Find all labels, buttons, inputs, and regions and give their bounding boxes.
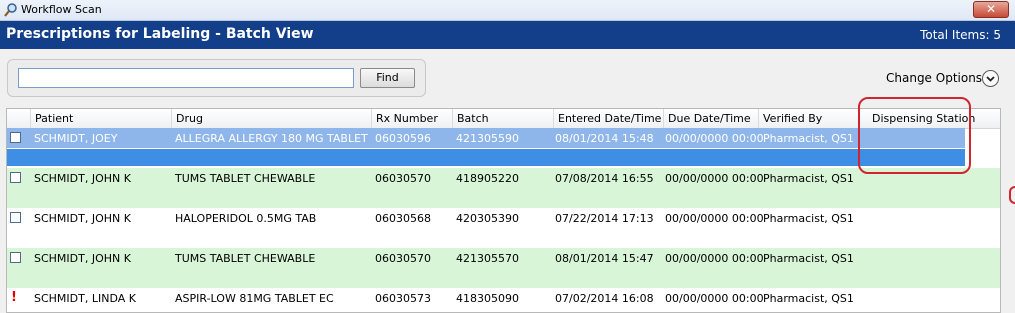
col-header-entered[interactable]: Entered Date/Time [553, 109, 663, 128]
table-row[interactable]: SCHMIDT, JOHN K TUMS TABLET CHEWABLE 06030… [7, 248, 1000, 288]
row-checkbox[interactable] [10, 212, 21, 223]
cell-verified-by: Pharmacist, QS1 [763, 292, 854, 305]
cell-drug: TUMS TABLET CHEWABLE [175, 172, 316, 185]
exclamation-icon: ! [11, 290, 17, 305]
col-header-select [7, 109, 30, 128]
cell-entered: 08/01/2014 15:47 [555, 252, 654, 265]
cell-batch: 418305090 [456, 292, 519, 305]
edge-highlight-mark [1009, 186, 1015, 204]
chevron-down-icon [986, 76, 995, 82]
cell-due: 00/00/0000 00:00 [665, 292, 764, 305]
col-header-batch[interactable]: Batch [452, 109, 553, 128]
page-title: Prescriptions for Labeling - Batch View [6, 26, 314, 42]
cell-rx-number: 06030573 [375, 292, 431, 305]
cell-rx-number: 06030570 [375, 172, 431, 185]
cell-due: 00/00/0000 00:00 [665, 212, 764, 225]
table-row[interactable]: ! SCHMIDT, LINDA K ASPIR-LOW 81MG TABLET E… [7, 288, 1000, 312]
dispensing-station-highlight [858, 97, 971, 174]
total-items-count: Total Items: 5 [920, 28, 1001, 42]
change-options-label[interactable]: Change Options: [886, 71, 986, 85]
cell-due: 00/00/0000 00:00 [665, 172, 764, 185]
search-input[interactable] [18, 68, 354, 88]
col-header-rx-number[interactable]: Rx Number [371, 109, 452, 128]
cell-batch: 421305590 [456, 132, 519, 145]
cell-drug: ALLEGRA ALLERGY 180 MG TABLET [175, 132, 368, 145]
cell-batch: 420305390 [456, 212, 519, 225]
col-header-patient[interactable]: Patient [30, 109, 171, 128]
cell-patient: SCHMIDT, JOHN K [34, 172, 131, 185]
cell-drug: HALOPERIDOL 0.5MG TAB [175, 212, 317, 225]
cell-patient: SCHMIDT, JOHN K [34, 212, 131, 225]
cell-drug: TUMS TABLET CHEWABLE [175, 252, 316, 265]
magnifier-icon [4, 3, 17, 17]
cell-verified-by: Pharmacist, QS1 [763, 212, 854, 225]
cell-rx-number: 06030568 [375, 212, 431, 225]
cell-patient: SCHMIDT, JOHN K [34, 252, 131, 265]
prescriptions-grid: Patient Drug Rx Number Batch Entered Dat… [6, 108, 1001, 313]
cell-patient: SCHMIDT, LINDA K [34, 292, 136, 305]
grid-header: Patient Drug Rx Number Batch Entered Dat… [7, 109, 1000, 129]
cell-patient: SCHMIDT, JOEY [34, 132, 118, 145]
cell-rx-number: 06030570 [375, 252, 431, 265]
cell-drug: ASPIR-LOW 81MG TABLET EC [175, 292, 334, 305]
cell-entered: 07/22/2014 17:13 [555, 212, 654, 225]
cell-batch: 421305570 [456, 252, 519, 265]
col-header-due[interactable]: Due Date/Time [663, 109, 758, 128]
table-row[interactable]: SCHMIDT, JOEY ALLEGRA ALLERGY 180 MG TABL… [7, 128, 965, 168]
cell-verified-by: Pharmacist, QS1 [763, 172, 854, 185]
find-button[interactable]: Find [360, 68, 415, 88]
change-options-button[interactable] [982, 70, 999, 87]
cell-rx-number: 06030596 [375, 132, 431, 145]
table-row[interactable]: SCHMIDT, JOHN K TUMS TABLET CHEWABLE 06030… [7, 168, 1000, 208]
page-header: Prescriptions for Labeling - Batch View … [0, 21, 1015, 49]
cell-due: 00/00/0000 00:00 [665, 252, 764, 265]
row-checkbox[interactable] [10, 172, 21, 183]
cell-verified-by: Pharmacist, QS1 [763, 252, 854, 265]
cell-entered: 08/01/2014 15:48 [555, 132, 654, 145]
window-title: Workflow Scan [21, 3, 102, 16]
cell-entered: 07/08/2014 16:55 [555, 172, 654, 185]
row-checkbox[interactable] [10, 132, 21, 143]
cell-due: 00/00/0000 00:00 [665, 132, 764, 145]
col-header-verified-by[interactable]: Verified By [758, 109, 858, 128]
search-panel: Find [7, 59, 426, 97]
close-button[interactable]: ✕ [973, 1, 1009, 18]
close-icon: ✕ [985, 2, 997, 16]
col-header-drug[interactable]: Drug [171, 109, 371, 128]
cell-batch: 418905220 [456, 172, 519, 185]
cell-verified-by: Pharmacist, QS1 [763, 132, 854, 145]
table-row[interactable]: SCHMIDT, JOHN K HALOPERIDOL 0.5MG TAB 0603… [7, 208, 1000, 248]
row-checkbox[interactable] [10, 252, 21, 263]
window-titlebar: Workflow Scan ✕ [0, 0, 1015, 21]
cell-entered: 07/02/2014 16:08 [555, 292, 654, 305]
